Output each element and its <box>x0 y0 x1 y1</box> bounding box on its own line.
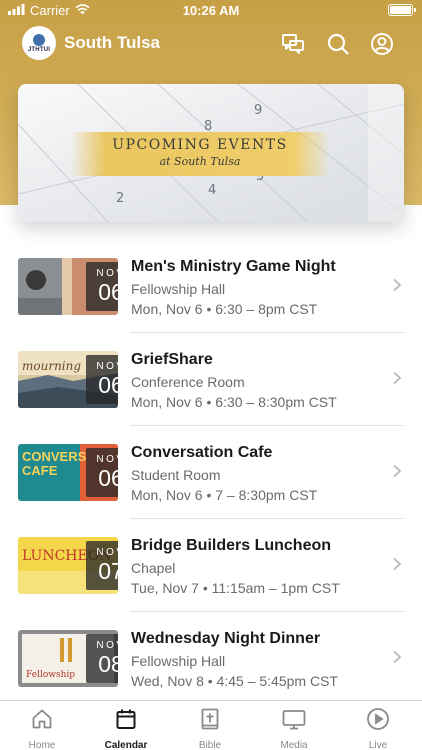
event-row-wednesday-dinner[interactable]: Fellowship NOV 08 Wednesday Night Dinner… <box>0 612 422 705</box>
event-row-bridge-builders[interactable]: LUNCHEON NOV 07 Bridge Builders Luncheon… <box>0 519 422 612</box>
event-time: Mon, Nov 6 • 6:30 – 8pm CST <box>131 301 318 317</box>
event-date-badge: NOV 08 <box>86 634 118 683</box>
event-date-badge: NOV 06 <box>86 448 118 497</box>
tab-label: Home <box>28 740 56 750</box>
logo-mark-icon <box>33 33 45 46</box>
event-day: 08 <box>98 651 118 677</box>
home-icon <box>32 709 52 729</box>
chevron-right-icon <box>393 371 402 385</box>
event-month: NOV <box>96 361 118 372</box>
event-day: 06 <box>98 465 118 491</box>
tab-media[interactable]: Media <box>252 707 336 750</box>
event-time: Wed, Nov 8 • 4:45 – 5:45pm CST <box>131 673 338 689</box>
event-row-mens-ministry[interactable]: NOV 06 Men's Ministry Game Night Fellows… <box>0 240 422 333</box>
chevron-right-icon <box>393 650 402 664</box>
banner-subtitle: at South Tulsa <box>159 155 241 168</box>
tab-label: Live <box>368 740 388 750</box>
logo-text: JTHTUI <box>27 46 51 53</box>
event-day: 07 <box>98 558 118 584</box>
svg-text:4: 4 <box>208 183 216 198</box>
event-thumbnail: NOV 06 <box>18 258 118 315</box>
event-day: 06 <box>98 279 118 305</box>
event-row-conversation-cafe[interactable]: CONVERS CAFE NOV 06 Conversation Cafe St… <box>0 426 422 519</box>
event-title: GriefShare <box>131 351 213 368</box>
event-month: NOV <box>96 268 118 279</box>
thumbnail-caption: mourning <box>22 359 82 373</box>
upcoming-events-banner[interactable]: 8 9 2 4 5 UPCOMING EVENTS at South Tulsa <box>18 84 404 222</box>
app-header: JTHTUI South Tulsa <box>0 24 422 64</box>
event-list: NOV 06 Men's Ministry Game Night Fellows… <box>0 240 422 705</box>
event-thumbnail: LUNCHEON NOV 07 <box>18 537 118 594</box>
thumbnail-caption: CONVERS CAFE <box>22 449 87 478</box>
tab-calendar[interactable]: Calendar <box>84 707 168 750</box>
media-icon <box>282 710 306 730</box>
chevron-right-icon <box>393 278 402 292</box>
event-month: NOV <box>96 640 118 651</box>
event-day: 06 <box>98 372 118 398</box>
event-time: Tue, Nov 7 • 11:15am – 1pm CST <box>131 580 340 596</box>
tab-home[interactable]: Home <box>0 707 84 750</box>
svg-text:2: 2 <box>116 191 124 206</box>
event-time: Mon, Nov 6 • 6:30 – 8:30pm CST <box>131 394 337 410</box>
event-location: Fellowship Hall <box>131 653 226 669</box>
tab-label: Media <box>280 740 308 750</box>
event-thumbnail: Fellowship NOV 08 <box>18 630 118 687</box>
banner-caption: UPCOMING EVENTS at South Tulsa <box>70 132 330 176</box>
event-location: Conference Room <box>131 374 245 390</box>
chat-icon[interactable] <box>280 31 306 57</box>
status-time: 10:26 AM <box>182 3 240 18</box>
event-title: Men's Ministry Game Night <box>131 258 336 275</box>
church-logo[interactable]: JTHTUI <box>22 26 56 60</box>
event-row-griefshare[interactable]: mourning NOV 06 GriefShare Conference Ro… <box>0 333 422 426</box>
event-location: Chapel <box>131 560 176 576</box>
thumbnail-caption: Fellowship <box>26 670 76 680</box>
event-thumbnail: CONVERS CAFE NOV 06 <box>18 444 118 501</box>
profile-icon[interactable] <box>369 31 395 57</box>
event-date-badge: NOV 07 <box>86 541 118 590</box>
event-time: Mon, Nov 6 • 7 – 8:30pm CST <box>131 487 318 503</box>
page-title: South Tulsa <box>64 33 161 52</box>
event-title: Wednesday Night Dinner <box>131 630 321 647</box>
chevron-right-icon <box>393 464 402 478</box>
tab-label: Bible <box>198 740 222 750</box>
svg-text:9: 9 <box>254 103 262 118</box>
tab-bible[interactable]: Bible <box>168 707 252 750</box>
event-date-badge: NOV 06 <box>86 262 118 311</box>
event-location: Student Room <box>131 467 221 483</box>
battery-icon <box>388 4 416 16</box>
event-month: NOV <box>96 454 118 465</box>
event-title: Bridge Builders Luncheon <box>131 537 332 554</box>
event-thumbnail: mourning NOV 06 <box>18 351 118 408</box>
event-title: Conversation Cafe <box>131 444 273 461</box>
tab-bar: Home Calendar Bible Media Live <box>0 700 422 750</box>
event-month: NOV <box>96 547 118 558</box>
chevron-right-icon <box>393 557 402 571</box>
banner-title: UPCOMING EVENTS <box>112 137 288 153</box>
tab-label: Calendar <box>104 740 148 750</box>
event-location: Fellowship Hall <box>131 281 226 297</box>
calendar-icon <box>116 709 136 729</box>
event-date-badge: NOV 06 <box>86 355 118 404</box>
tab-live[interactable]: Live <box>336 707 420 750</box>
status-bar: Carrier 10:26 AM <box>0 0 422 22</box>
live-icon <box>367 708 389 730</box>
search-icon[interactable] <box>325 31 351 57</box>
bible-icon <box>201 708 219 730</box>
